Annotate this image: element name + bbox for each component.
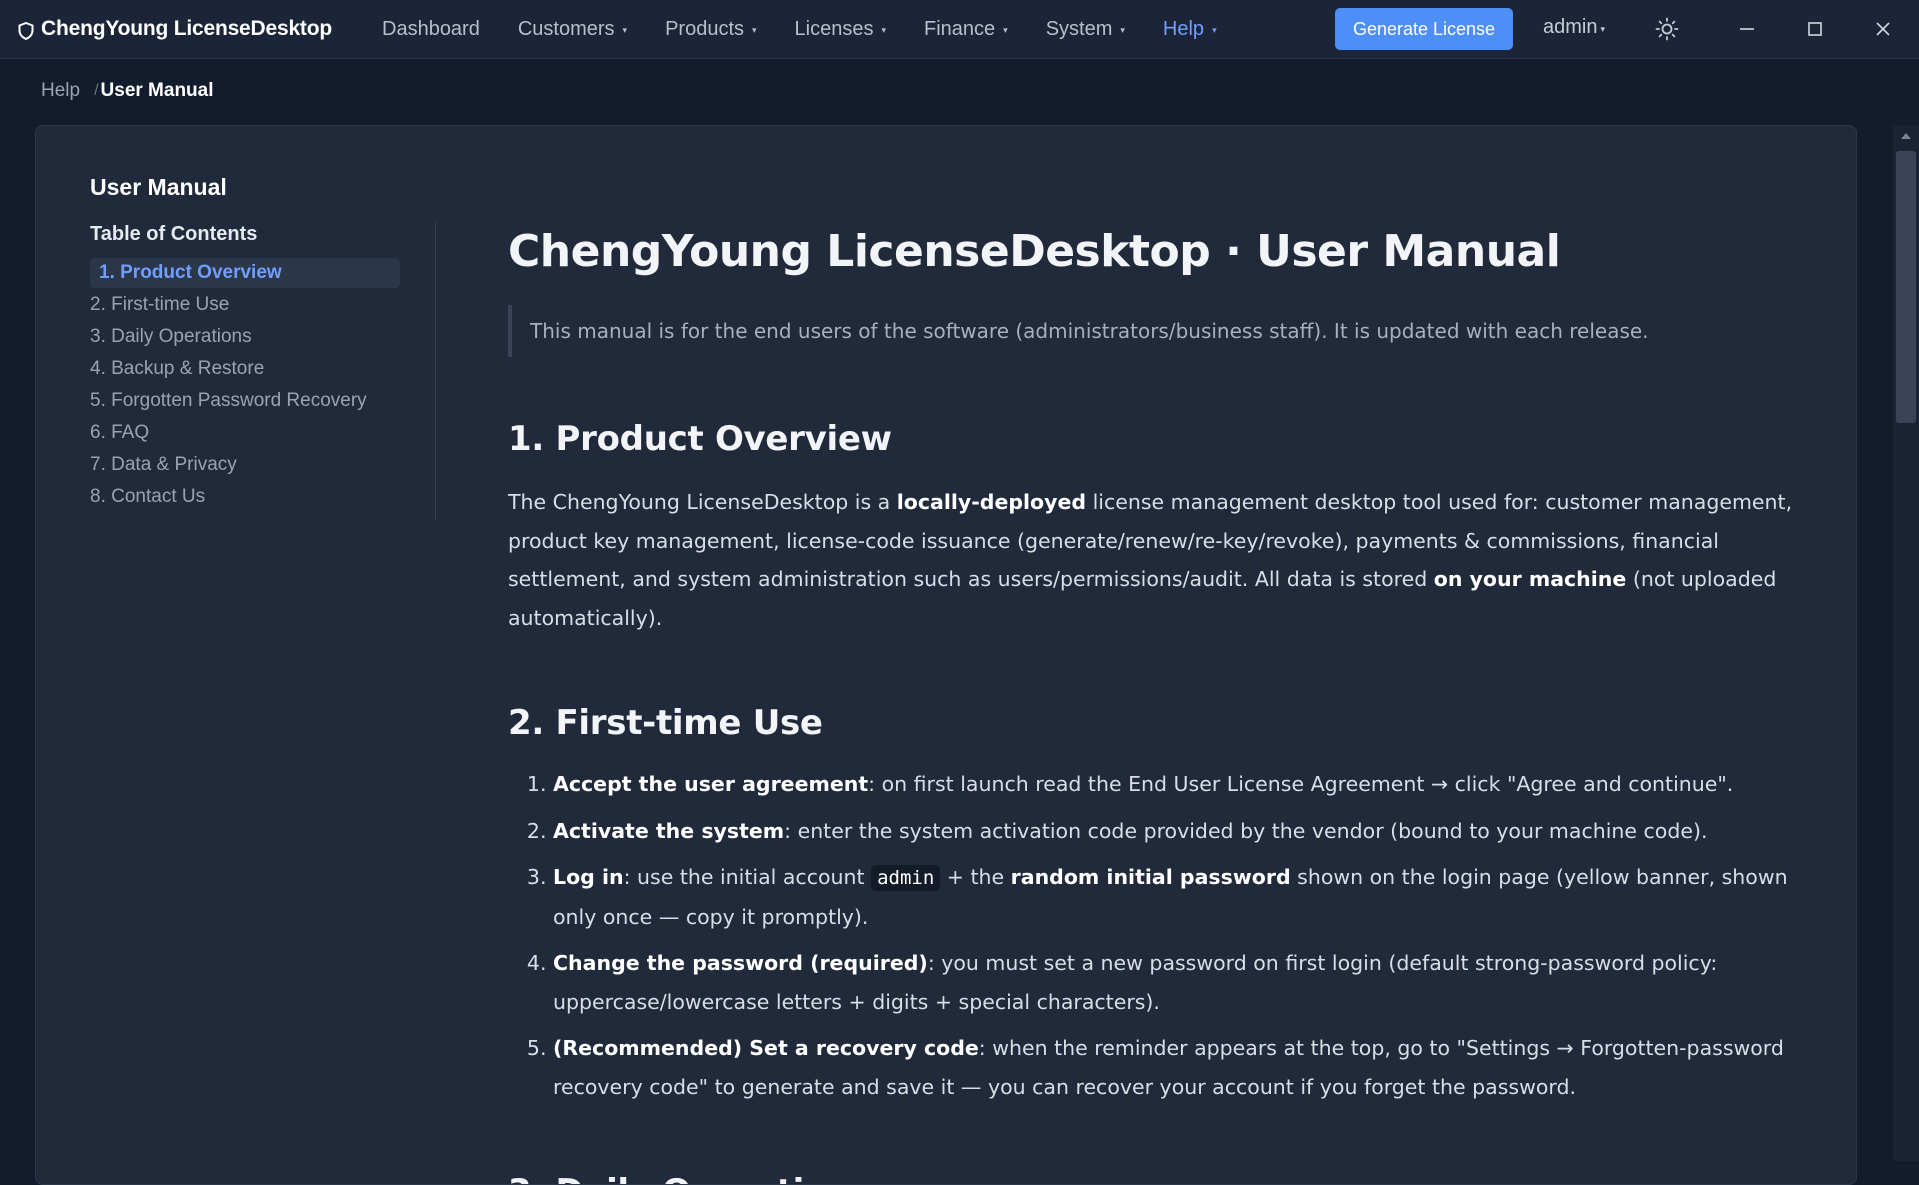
toc-divider — [435, 221, 436, 521]
bold-text: random initial password — [1010, 865, 1291, 889]
nav-dashboard[interactable]: Dashboard — [382, 18, 480, 41]
scroll-up-icon[interactable] — [1901, 133, 1911, 139]
app-brand: ChengYoung LicenseDesktop — [18, 17, 358, 41]
nav-licenses[interactable]: Licenses ▾ — [795, 18, 886, 41]
minimize-button[interactable] — [1732, 14, 1762, 44]
user-name: admin — [1543, 16, 1598, 38]
section-heading-daily-operations: 3. Daily Operations — [508, 1172, 1828, 1184]
chevron-down-icon: ▾ — [1600, 23, 1606, 34]
toc-item-first-time-use[interactable]: 2. First-time Use — [90, 290, 400, 320]
manual-note: This manual is for the end users of the … — [508, 305, 1828, 357]
nav-label: Finance — [924, 17, 996, 40]
sun-icon — [1655, 17, 1679, 41]
nav-label: System — [1045, 17, 1113, 40]
generate-license-button[interactable]: Generate License — [1335, 8, 1513, 50]
breadcrumb-current: User Manual — [100, 80, 214, 101]
nav-label: Dashboard — [382, 17, 480, 40]
toc-item-backup-restore[interactable]: 4. Backup & Restore — [90, 354, 400, 384]
bold-text: (Recommended) Set a recovery code — [553, 1036, 979, 1060]
nav-finance[interactable]: Finance ▾ — [924, 18, 1008, 41]
text-run: + the — [940, 865, 1011, 889]
chevron-down-icon: ▾ — [1120, 25, 1125, 35]
theme-toggle-button[interactable] — [1652, 14, 1682, 44]
list-item: (Recommended) Set a recovery code: when … — [553, 1029, 1798, 1106]
breadcrumb-help-link[interactable]: Help — [41, 80, 80, 102]
manual-article: ChengYoung LicenseDesktop · User Manual … — [508, 226, 1828, 1184]
main-nav: Dashboard Customers ▾ Products ▾ License… — [382, 0, 1255, 58]
chevron-down-icon: ▾ — [752, 25, 757, 35]
chevron-down-icon: ▾ — [881, 25, 887, 35]
toc-item-password-recovery[interactable]: 5. Forgotten Password Recovery — [90, 386, 400, 416]
toc-item-daily-operations[interactable]: 3. Daily Operations — [90, 322, 400, 352]
breadcrumb: Help / User Manual — [41, 80, 214, 102]
nav-customers[interactable]: Customers ▾ — [518, 18, 627, 41]
toc-title: User Manual — [90, 174, 227, 200]
toc-heading: Table of Contents — [90, 223, 258, 245]
product-overview-paragraph: The ChengYoung LicenseDesktop is a local… — [508, 483, 1798, 637]
toc-item-product-overview[interactable]: 1. Product Overview — [90, 258, 400, 288]
list-item: Activate the system: enter the system ac… — [553, 812, 1798, 851]
chevron-down-icon: ▾ — [622, 25, 628, 35]
bold-text: on your machine — [1433, 567, 1627, 591]
page-title: ChengYoung LicenseDesktop · User Manual — [508, 226, 1561, 277]
section-heading-product-overview: 1. Product Overview — [508, 419, 892, 459]
list-item: Accept the user agreement: on first laun… — [553, 765, 1798, 804]
bold-text: locally-deployed — [896, 490, 1087, 514]
nav-system[interactable]: System ▾ — [1046, 18, 1125, 41]
section-heading-first-time-use: 2. First-time Use — [508, 703, 823, 743]
vertical-scrollbar[interactable] — [1893, 125, 1919, 1161]
scrollbar-thumb[interactable] — [1896, 151, 1916, 423]
first-time-steps: Accept the user agreement: on first laun… — [508, 765, 1798, 1106]
close-icon — [1876, 22, 1890, 36]
app-title: ChengYoung LicenseDesktop — [41, 17, 332, 40]
manual-card: User Manual Table of Contents 1. Product… — [35, 125, 1857, 1185]
inline-code: admin — [871, 865, 941, 891]
text-run: : on first launch read the End User Lice… — [868, 772, 1734, 796]
nav-label: Products — [665, 17, 745, 40]
nav-label: Licenses — [794, 17, 874, 40]
breadcrumb-separator: / — [94, 82, 99, 99]
list-item: Change the password (required): you must… — [553, 944, 1798, 1021]
nav-label: Customers — [517, 17, 615, 40]
toc-list: 1. Product Overview 2. First-time Use 3.… — [90, 258, 472, 512]
top-bar: ChengYoung LicenseDesktop Dashboard Cust… — [0, 0, 1919, 59]
chevron-down-icon: ▾ — [1212, 25, 1217, 35]
minimize-icon — [1740, 28, 1754, 30]
user-menu[interactable]: admin ▾ — [1543, 16, 1605, 39]
shield-icon — [18, 21, 34, 40]
bold-text: Accept the user agreement — [553, 772, 869, 796]
close-button[interactable] — [1868, 14, 1898, 44]
nav-help[interactable]: Help ▾ — [1163, 18, 1217, 41]
nav-label: Help — [1162, 17, 1205, 40]
toc-item-data-privacy[interactable]: 7. Data & Privacy — [90, 450, 400, 480]
text-run: : enter the system activation code provi… — [784, 818, 1708, 843]
table-of-contents: User Manual Table of Contents 1. Product… — [90, 174, 472, 514]
maximize-button[interactable] — [1800, 14, 1830, 44]
text-run: The ChengYoung LicenseDesktop is a — [508, 490, 897, 514]
toc-item-faq[interactable]: 6. FAQ — [90, 418, 400, 448]
chevron-down-icon: ▾ — [1003, 25, 1008, 35]
toc-item-contact-us[interactable]: 8. Contact Us — [90, 482, 400, 512]
bold-text: Change the password (required) — [553, 951, 928, 975]
maximize-icon — [1808, 22, 1822, 36]
nav-products[interactable]: Products ▾ — [665, 18, 756, 41]
text-run: : use the initial account — [623, 865, 872, 889]
bold-text: Activate the system — [553, 818, 785, 843]
bold-text: Log in — [553, 865, 624, 889]
list-item: Log in: use the initial account admin + … — [553, 858, 1798, 936]
